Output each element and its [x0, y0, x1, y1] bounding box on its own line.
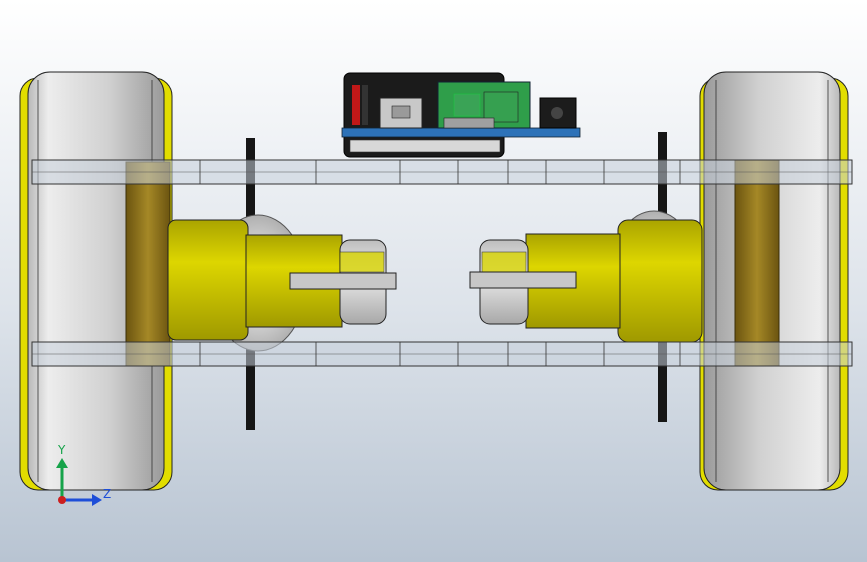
triad-origin — [58, 496, 66, 504]
z-axis-arrowhead — [92, 494, 102, 506]
left-wheel-hub — [125, 161, 171, 367]
z-axis-label: Z — [103, 487, 112, 501]
upper-frame-plate — [31, 159, 853, 185]
left-wheel — [19, 71, 173, 491]
left-gear-motor — [167, 219, 397, 341]
robot-chassis-model — [19, 71, 853, 506]
right-gear-motor — [469, 219, 703, 343]
y-axis-label: Y — [58, 443, 66, 457]
right-wheel — [699, 71, 849, 491]
right-wheel-hub — [734, 159, 780, 367]
lower-frame-plate — [31, 341, 853, 367]
cad-viewport[interactable]: Y Z — [0, 0, 867, 562]
controller-board — [341, 72, 581, 158]
pcb — [341, 127, 581, 138]
